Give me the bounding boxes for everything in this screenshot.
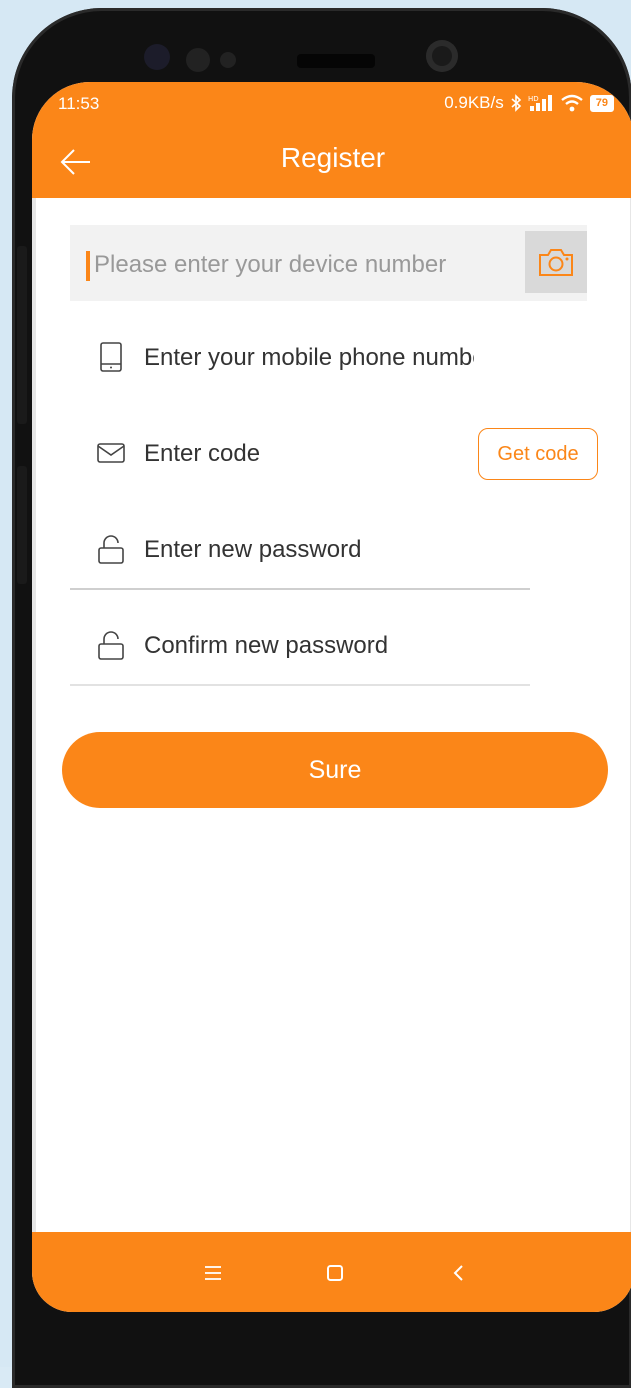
status-indicators: 0.9KB/s HD 79	[444, 93, 614, 113]
app-header: Register	[32, 124, 631, 198]
confirm-password-row	[70, 616, 587, 676]
camera-icon	[539, 249, 573, 276]
svg-text:HD: HD	[528, 95, 539, 103]
chevron-left-icon[interactable]	[444, 1258, 474, 1288]
lock-icon	[98, 631, 124, 660]
submit-button[interactable]: Sure	[62, 732, 608, 808]
square-home-icon[interactable]	[320, 1258, 350, 1288]
wifi-icon	[561, 94, 583, 112]
earpiece-speaker	[297, 54, 375, 68]
menu-icon[interactable]	[198, 1258, 228, 1288]
password-row	[70, 520, 587, 580]
signal-icon: HD	[528, 95, 552, 111]
volume-button	[17, 246, 27, 424]
status-bar: 11:53 0.9KB/s HD 79	[32, 82, 631, 124]
battery-icon: 79	[589, 94, 614, 112]
password-input[interactable]	[142, 528, 476, 572]
lock-icon	[98, 535, 124, 564]
sensor-dot	[186, 48, 210, 72]
screen: 11:53 0.9KB/s HD 79 Register Please ente…	[32, 82, 631, 1312]
phone-frame: 11:53 0.9KB/s HD 79 Register Please ente…	[12, 8, 631, 1388]
bluetooth-icon	[511, 94, 521, 112]
sensor-dot	[220, 52, 236, 68]
front-camera-icon	[426, 40, 458, 72]
sensor-dot	[144, 44, 170, 70]
phone-input[interactable]	[142, 336, 476, 380]
divider	[70, 684, 530, 686]
envelope-icon	[97, 443, 125, 463]
text-cursor	[86, 251, 90, 281]
net-speed: 0.9KB/s	[444, 93, 504, 112]
phone-row	[70, 328, 587, 388]
device-number-input[interactable]	[92, 243, 496, 287]
status-time: 11:53	[58, 94, 100, 113]
divider	[70, 588, 530, 590]
confirm-password-input[interactable]	[142, 624, 476, 668]
page-title: Register	[280, 142, 386, 173]
mobile-phone-icon	[100, 342, 122, 372]
get-code-button[interactable]: Get code	[478, 428, 598, 480]
system-nav-bar	[32, 1232, 631, 1312]
code-input[interactable]	[142, 432, 386, 476]
power-button	[17, 466, 27, 584]
device-number-field	[70, 225, 587, 301]
scan-button[interactable]	[525, 231, 587, 293]
